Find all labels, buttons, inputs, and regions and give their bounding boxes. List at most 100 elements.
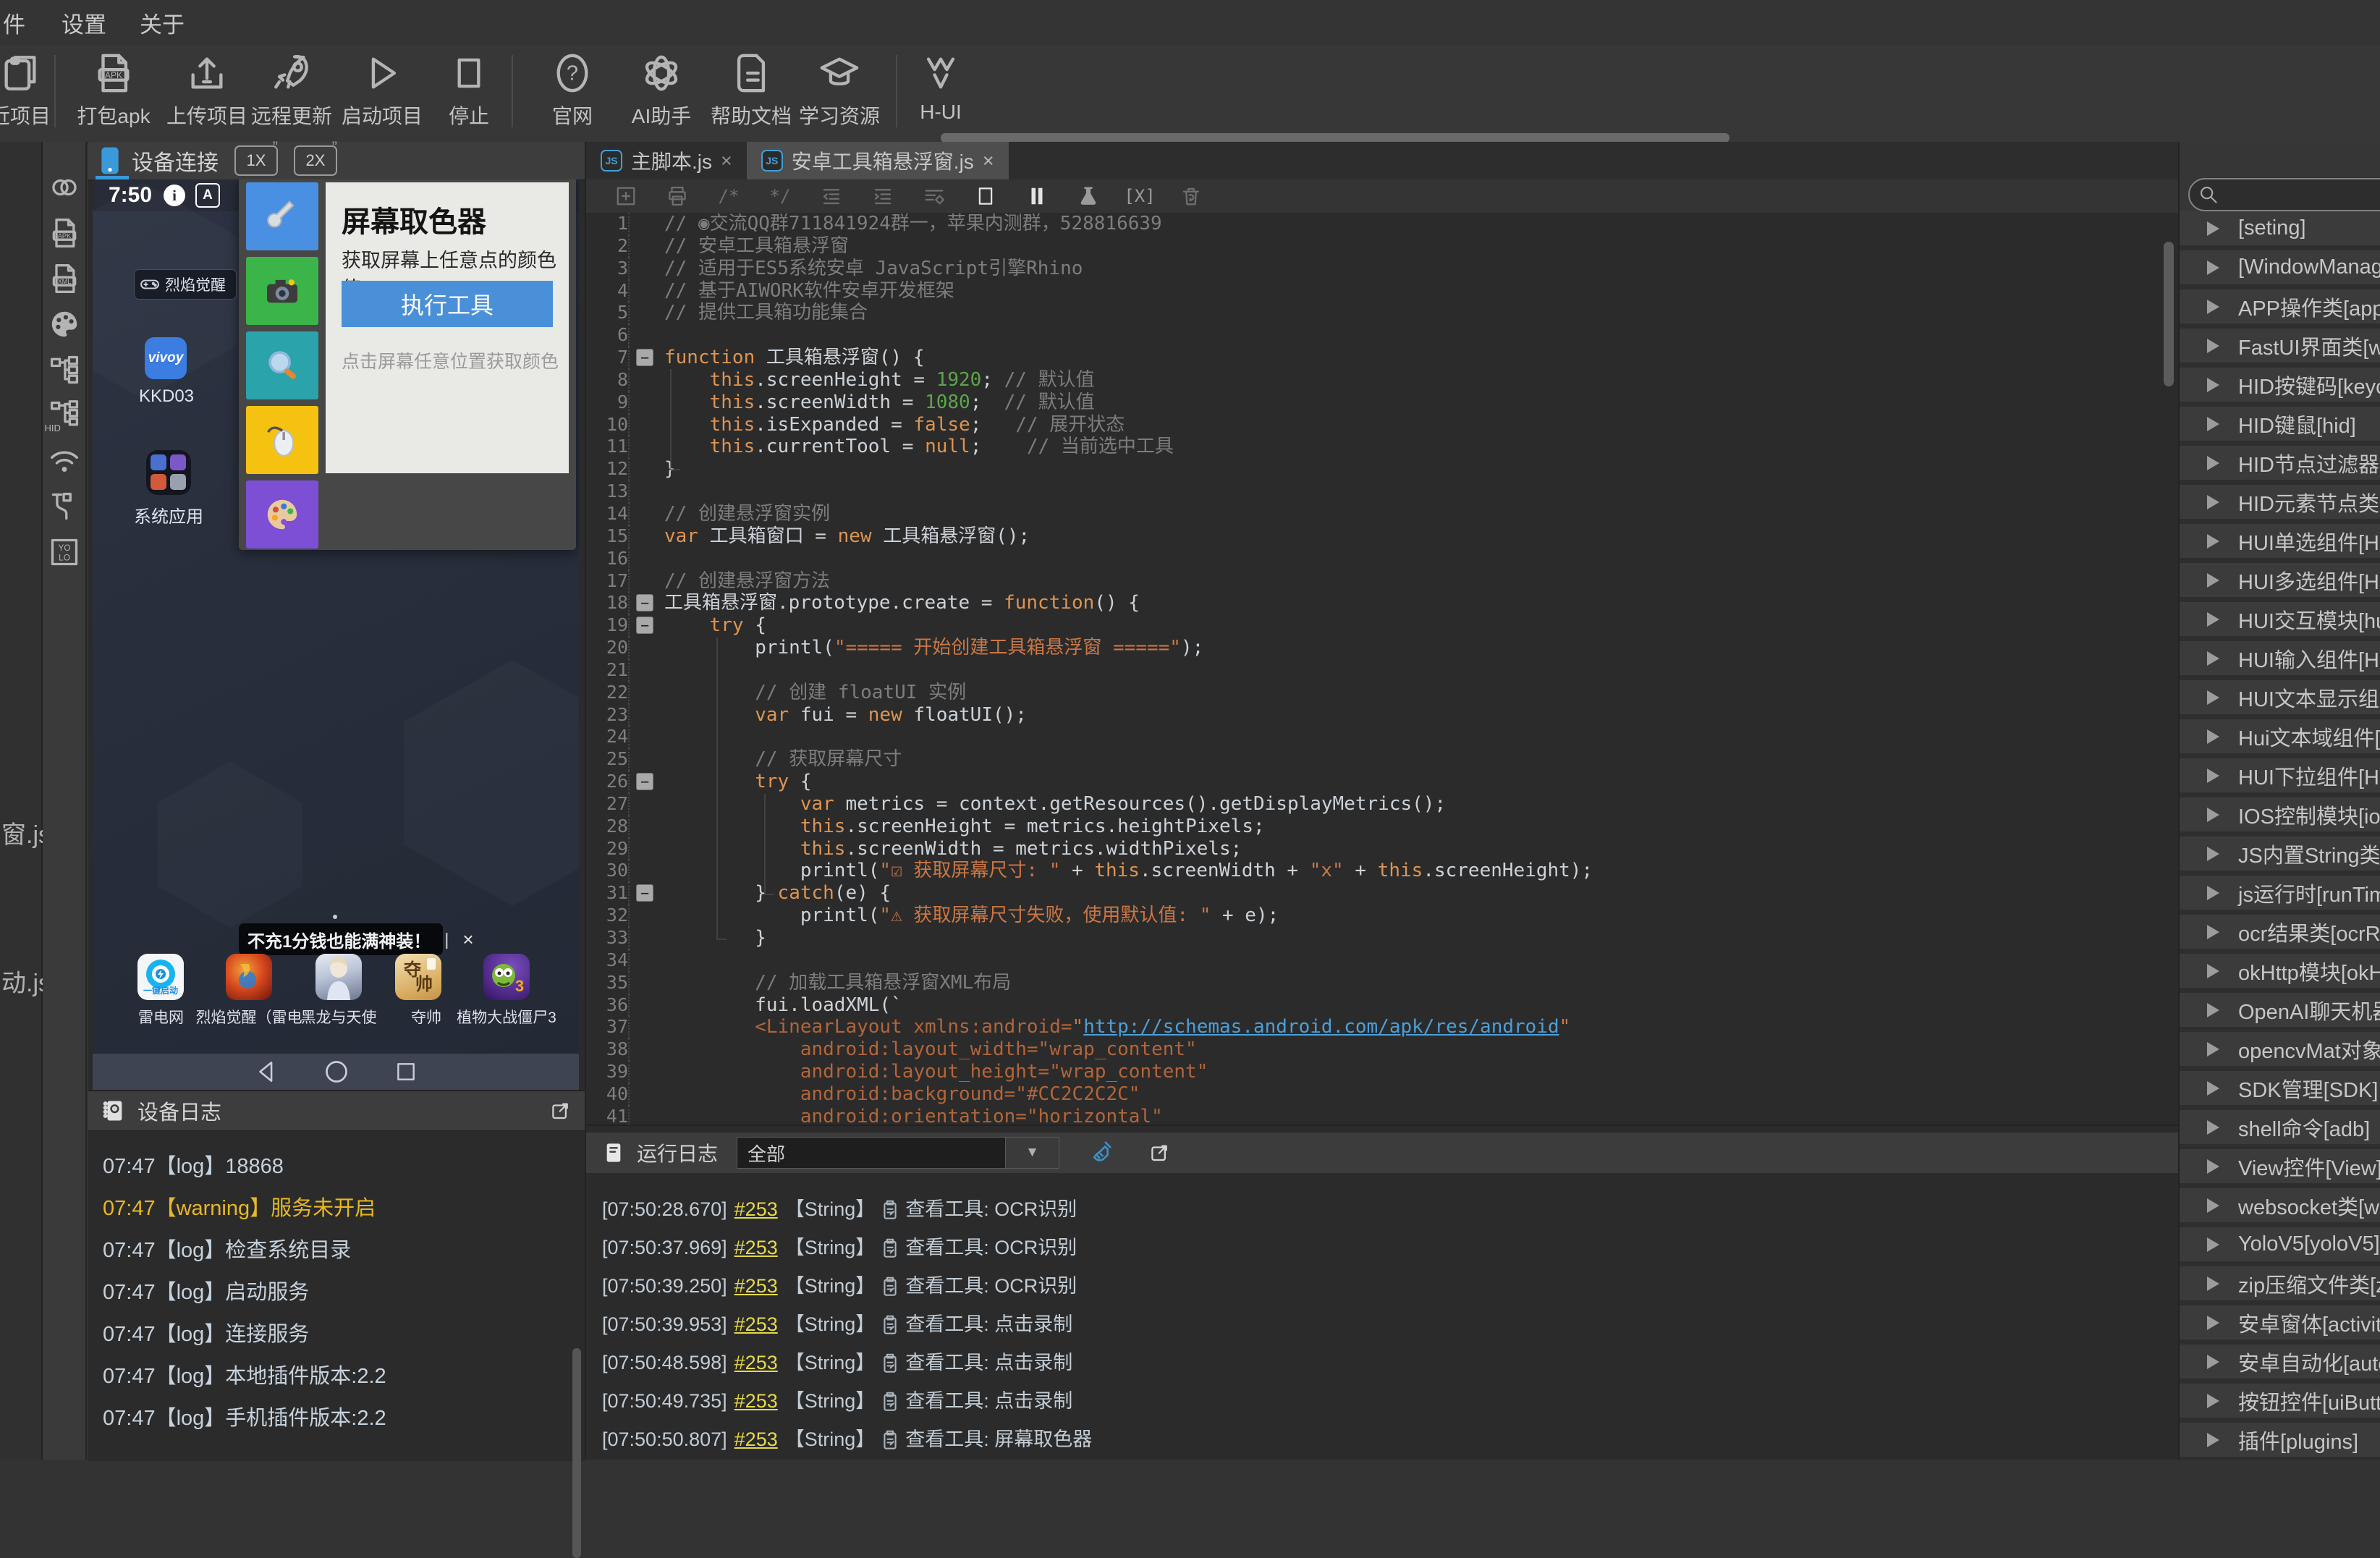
nav-back-button[interactable]	[254, 1059, 279, 1084]
game-notification-banner[interactable]: 烈焰觉醒	[134, 269, 237, 300]
code-line[interactable]: 20 printl("===== 开始创建工具箱悬浮窗 =====");	[586, 637, 2178, 659]
palette-icon[interactable]	[48, 308, 81, 341]
expand-arrow-icon[interactable]	[2207, 611, 2219, 627]
api-tree-item[interactable]: HUI交互模块[hui]	[2180, 602, 2380, 641]
yolo-icon[interactable]: YO LO	[48, 535, 81, 569]
code-line[interactable]: 34	[586, 949, 2178, 972]
expand-arrow-icon[interactable]	[2207, 455, 2219, 470]
api-tree-item[interactable]: js运行时[runTime]	[2180, 876, 2380, 915]
api-tree-item[interactable]: Hui文本域组件[HText	[2180, 719, 2380, 758]
code-line[interactable]: 8 this.screenHeight = 1920; // 默认值	[586, 368, 2178, 391]
comment-open-icon[interactable]: /*	[716, 184, 741, 208]
toolbar-hui-button[interactable]: H-UI	[886, 52, 995, 124]
system-apps-folder-icon[interactable]	[146, 450, 191, 495]
expand-arrow-icon[interactable]	[2207, 924, 2219, 939]
api-tree-item[interactable]: HUI文本显示组件[Hte	[2180, 680, 2380, 719]
code-line[interactable]: 38 android:layout_width="wrap_content"	[586, 1038, 2178, 1062]
log-ref-link[interactable]: #253	[734, 1352, 778, 1373]
ad-close-button[interactable]: ×	[462, 928, 473, 951]
expand-arrow-icon[interactable]	[2207, 1432, 2219, 1447]
pause-script-icon[interactable]	[1025, 184, 1049, 208]
code-line[interactable]: 21	[586, 659, 2178, 682]
api-tree-item[interactable]: OpenAI聊天机器人[c	[2180, 993, 2380, 1032]
apk-file-icon[interactable]: APK	[48, 216, 81, 250]
code-line[interactable]: 17 // 创建悬浮窗方法	[586, 570, 2178, 593]
code-line[interactable]: 40 android:background="#CC2C2C2C"	[586, 1083, 2178, 1106]
wifi-icon[interactable]	[48, 444, 81, 478]
dock-app-leidian[interactable]: 一键启动 雷电网	[137, 954, 184, 1028]
expand-arrow-icon[interactable]	[2207, 963, 2219, 978]
device-log-list[interactable]: 07:47【log】18868 07:47【warning】服务未开启 07:47【…	[88, 1131, 585, 1429]
nav-recents-button[interactable]	[394, 1060, 418, 1083]
ad-banner[interactable]: 不充1分钱也能满神装！ 丨 ×	[239, 923, 474, 955]
log-ref-link[interactable]: #253	[734, 1199, 778, 1220]
api-tree-item[interactable]: zip压缩文件类[zip]	[2180, 1266, 2380, 1305]
code-line[interactable]: 29 this.screenWidth = metrics.widthPixel…	[586, 837, 2178, 860]
run-log-list[interactable]: [07:50:28.670] #253 【String】 查看工具: OCR识别…	[586, 1199, 2178, 1450]
api-tree-item[interactable]: 安卓窗体[activity]	[2180, 1305, 2380, 1345]
hid-tree-icon[interactable]: HID	[45, 399, 81, 433]
api-tree-item[interactable]: FastUI界面类[window	[2180, 329, 2380, 368]
print-icon[interactable]	[665, 184, 690, 208]
code-line[interactable]: 2 // 安卓工具箱悬浮窗	[586, 234, 2178, 258]
code-line[interactable]: 32 printl("⚠ 获取屏幕尺寸失败，使用默认值: " + e);	[586, 905, 2178, 927]
api-tree-item[interactable]: IOS控制模块[ios]	[2180, 797, 2380, 837]
api-tree-item[interactable]: [WindowManager]	[2180, 250, 2380, 289]
expand-arrow-icon[interactable]	[2207, 572, 2219, 588]
test-flask-icon[interactable]	[1076, 184, 1101, 208]
api-tree-item[interactable]: JS内置String类[String	[2180, 837, 2380, 876]
code-line[interactable]: 18− 工具箱悬浮窗.prototype.create = function() …	[586, 592, 2178, 615]
api-tree-item[interactable]: okHttp模块[okHttp]	[2180, 954, 2380, 993]
expand-arrow-icon[interactable]	[2207, 260, 2219, 275]
fold-collapse-icon[interactable]: −	[636, 594, 653, 612]
tool-tile-mouse[interactable]	[246, 406, 318, 474]
nav-home-button[interactable]	[323, 1059, 350, 1085]
code-line[interactable]: 3 // 适用于ES5系统安卓 JavaScript引擎Rhino	[586, 257, 2178, 280]
log-ref-link[interactable]: #253	[734, 1314, 778, 1335]
code-line[interactable]: 13	[586, 480, 2178, 503]
fold-collapse-icon[interactable]: −	[636, 884, 653, 902]
code-line[interactable]: 19− try {	[586, 614, 2178, 638]
code-line[interactable]: 36 fui.loadXML(`	[586, 994, 2178, 1017]
code-line[interactable]: 7− function 工具箱悬浮窗() {	[586, 347, 2178, 369]
tab-close-icon[interactable]: ×	[721, 150, 732, 172]
expand-arrow-icon[interactable]	[2207, 1119, 2219, 1135]
dock-app-pvz[interactable]: 3 植物大战僵尸3	[457, 954, 556, 1028]
log-filter-select[interactable]: 全部	[737, 1137, 1007, 1169]
expand-panel-icon[interactable]	[1149, 1142, 1171, 1164]
fold-collapse-icon[interactable]: −	[636, 773, 653, 791]
expand-arrow-icon[interactable]	[2207, 1080, 2219, 1096]
expand-arrow-icon[interactable]	[2207, 494, 2219, 509]
expand-panel-icon[interactable]	[550, 1100, 572, 1122]
log-ref-link[interactable]: #253	[734, 1237, 778, 1258]
expand-arrow-icon[interactable]	[2207, 1315, 2219, 1330]
zoom-2x-button[interactable]: 2X	[294, 138, 337, 176]
code-line[interactable]: 25 // 获取屏幕尺寸	[586, 748, 2178, 771]
expand-arrow-icon[interactable]	[2207, 1159, 2219, 1174]
outdent-icon[interactable]	[819, 184, 844, 208]
code-line[interactable]: 23 var fui = new floatUI();	[586, 703, 2178, 727]
dock-app-heilong[interactable]: 黑龙与天使	[301, 954, 377, 1028]
code-line[interactable]: 24	[586, 726, 2178, 749]
expand-arrow-icon[interactable]	[2207, 768, 2219, 783]
api-tree-item[interactable]: HID键鼠[hid]	[2180, 407, 2380, 446]
toolbar-stop-button[interactable]: 停止	[415, 52, 523, 130]
phone-mirror[interactable]: 7:50 i A 烈焰觉醒 vivoy KKD03 系统应用 不充1分钱也能满神…	[93, 179, 579, 1090]
api-search-input[interactable]	[2188, 178, 2380, 211]
api-tree-item[interactable]: ocr结果类[ocrResult]	[2180, 915, 2380, 954]
expand-arrow-icon[interactable]	[2207, 807, 2219, 822]
add-icon[interactable]	[614, 184, 638, 208]
code-line[interactable]: 30 printl("☑ 获取屏幕尺寸: " + this.screenWidt…	[586, 860, 2178, 883]
tab-close-icon[interactable]: ×	[983, 150, 994, 172]
usb-icon[interactable]	[48, 490, 81, 523]
expand-arrow-icon[interactable]	[2207, 729, 2219, 744]
log-ref-link[interactable]: #253	[734, 1429, 778, 1450]
code-line[interactable]: 39 android:layout_height="wrap_content"	[586, 1061, 2178, 1083]
expand-arrow-icon[interactable]	[2207, 221, 2219, 236]
expand-arrow-icon[interactable]	[2207, 1354, 2219, 1369]
expand-arrow-icon[interactable]	[2207, 1198, 2219, 1213]
api-tree-item[interactable]: HID按键码[keycode]	[2180, 368, 2380, 407]
expand-arrow-icon[interactable]	[2207, 1041, 2219, 1057]
node-tree-icon[interactable]	[48, 353, 81, 386]
api-tree-item[interactable]: HUI单选组件[HRadio	[2180, 524, 2380, 563]
